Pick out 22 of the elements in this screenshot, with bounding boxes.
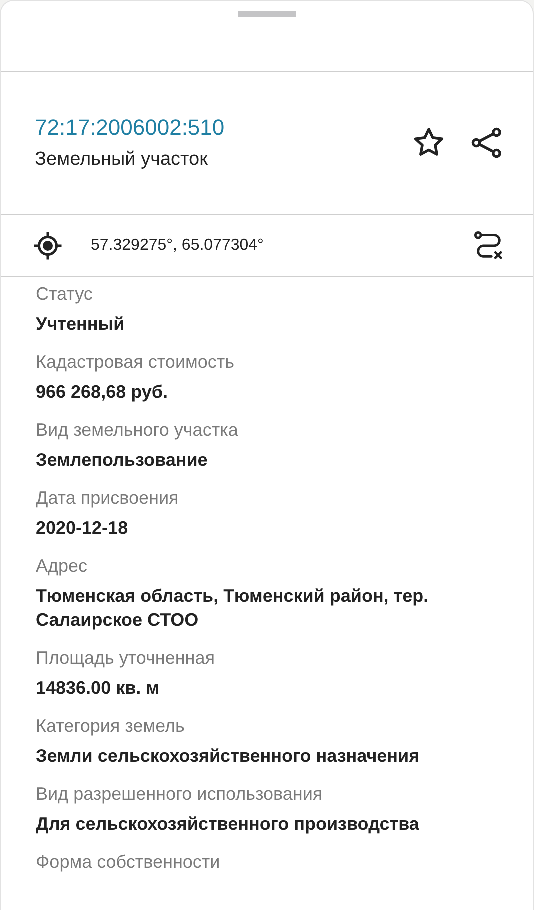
field-label: Вид разрешенного использования (36, 783, 324, 805)
field-value: Для сельскохозяйственного производства (36, 813, 420, 836)
field-label: Дата присвоения (36, 487, 180, 509)
field-label: Статус (36, 283, 94, 305)
drag-handle[interactable] (238, 11, 296, 17)
location-target-icon[interactable] (33, 230, 63, 260)
field-value: Учтенный (36, 313, 126, 336)
field-value: Тюменская область, Тюменский район, тер. Салаирское СТОО (36, 585, 430, 632)
coordinates: 57.329275°, 65.077304° (91, 236, 265, 254)
object-type: Земельный участок (35, 149, 209, 171)
field-label: Кадастровая стоимость (36, 351, 236, 373)
field-label: Форма собственности (36, 851, 222, 873)
field-label: Адрес (36, 555, 89, 577)
field-value: 14836.00 кв. м (36, 677, 160, 700)
field-label: Категория земель (36, 715, 186, 737)
field-label: Вид земельного участка (36, 419, 240, 441)
field-value: Землепользование (36, 449, 209, 472)
cadastral-number[interactable]: 72:17:2006002:510 (35, 115, 393, 141)
field-label: Площадь уточненная (36, 647, 216, 669)
field-value: 966 268,68 руб. (36, 381, 169, 404)
field-value: 2020-12-18 (36, 517, 130, 540)
field-value: Земли сельскохозяйственного назначения (36, 745, 421, 768)
